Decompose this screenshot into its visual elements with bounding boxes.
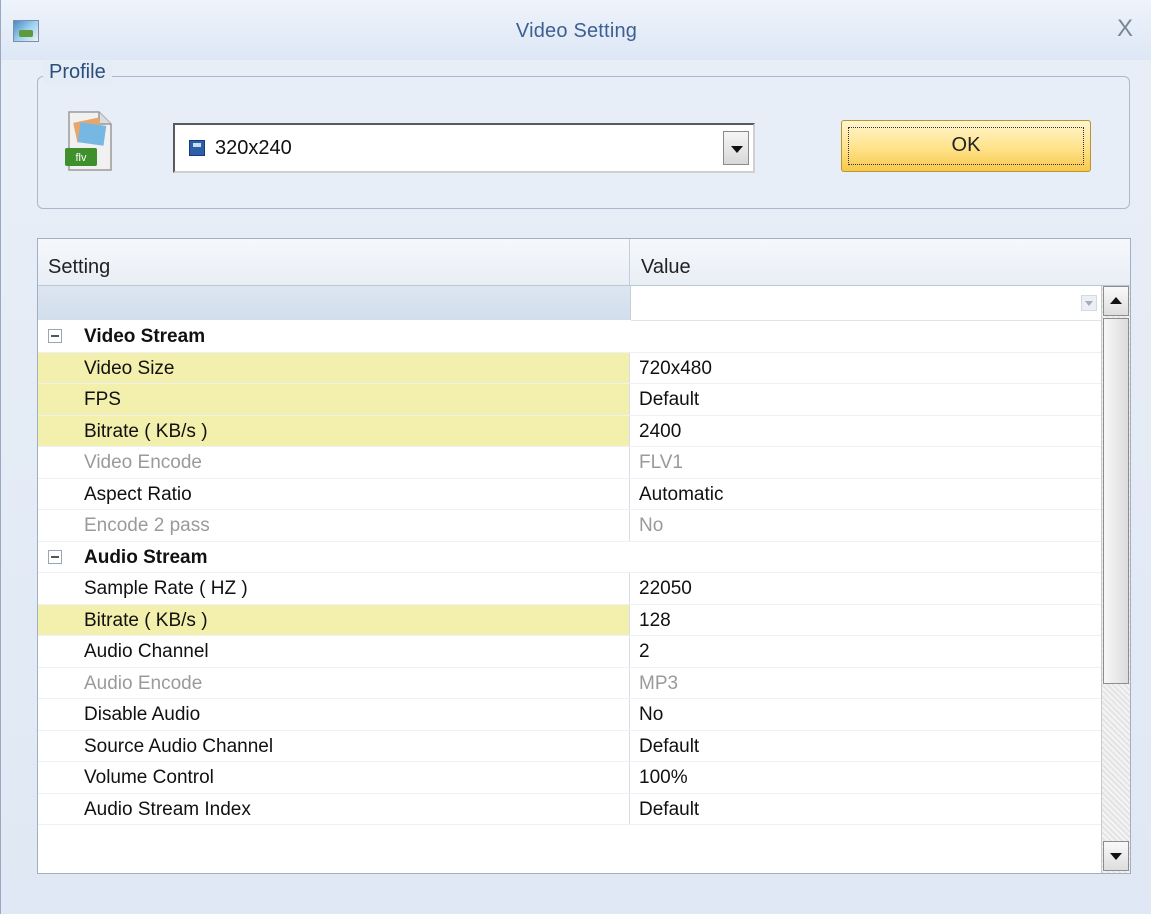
table-row: Video Encode FLV1 [38,447,1101,479]
column-header-setting[interactable]: Setting [38,239,630,285]
setting-name: Volume Control [38,762,630,793]
setting-value: FLV1 [639,452,684,473]
table-row[interactable]: Bitrate ( KB/s ) 2400 [38,415,1101,447]
scroll-up-icon[interactable] [1103,286,1129,316]
setting-name: Audio Encode [38,667,630,698]
setting-value[interactable]: 128 [631,605,1101,636]
setting-name: Video Size [38,352,630,383]
flv-file-icon: flv [65,111,112,171]
table-row[interactable]: Volume Control 100% [38,762,1101,794]
settings-grid: Setting Value Video Stream Video Size 72… [37,238,1131,874]
video-setting-dialog: Video Setting X Profile flv 320x240 OK S… [0,0,1151,914]
collapse-icon[interactable] [48,329,62,343]
setting-name: Bitrate ( KB/s ) [38,415,630,446]
setting-value[interactable]: 2400 [631,416,1101,447]
setting-value[interactable]: 720x480 [631,353,1101,384]
collapse-icon[interactable] [48,549,62,564]
table-row[interactable]: Aspect Ratio Automatic [38,478,1101,510]
disk-icon [189,140,205,156]
table-row[interactable]: Video Size 720x480 [38,352,1101,384]
setting-name: Audio Stream Index [38,793,630,824]
table-row: Audio Encode MP3 [38,667,1101,699]
filter-setting-cell[interactable] [38,286,631,320]
setting-value: No [639,515,664,536]
profile-select[interactable]: 320x240 [173,123,755,173]
table-row[interactable]: FPS Default [38,384,1101,416]
ok-button[interactable]: OK [841,120,1091,172]
vertical-scrollbar[interactable] [1101,286,1130,873]
close-icon[interactable]: X [1110,14,1140,44]
setting-value[interactable]: Default [631,384,1101,415]
settings-rows: Video Stream Video Size 720x480 FPS Defa… [38,321,1101,825]
window-title: Video Setting [515,20,638,42]
grid-header: Setting Value [38,239,1130,286]
setting-value[interactable]: Automatic [631,479,1101,510]
setting-value[interactable]: 100% [631,762,1101,793]
group-title: Video Stream [38,321,1101,352]
setting-name: Source Audio Channel [38,730,630,761]
group-title: Audio Stream [38,542,1101,573]
profile-legend: Profile [43,61,112,84]
table-row[interactable]: Sample Rate ( HZ ) 22050 [38,573,1101,605]
table-row: Encode 2 pass No [38,510,1101,542]
title-bar[interactable]: Video Setting X [1,0,1151,60]
setting-value[interactable]: No [631,699,1101,730]
table-row[interactable]: Audio Channel 2 [38,636,1101,668]
setting-value: MP3 [639,672,679,694]
table-row[interactable]: Bitrate ( KB/s ) 128 [38,604,1101,636]
setting-value[interactable]: Default [631,794,1101,825]
setting-name: Audio Channel [38,636,630,667]
setting-value[interactable]: 2 [631,636,1101,667]
setting-name: Video Encode [38,447,630,478]
filter-row [38,286,1101,321]
table-row[interactable]: Source Audio Channel Default [38,730,1101,762]
setting-name: Aspect Ratio [38,478,630,509]
scrollbar-thumb[interactable] [1103,318,1129,684]
setting-value[interactable]: 22050 [631,573,1101,604]
chevron-down-icon[interactable] [723,131,749,165]
table-row[interactable]: Audio Stream Index Default [38,793,1101,825]
scroll-down-icon[interactable] [1103,841,1129,871]
setting-name: Encode 2 pass [38,510,630,541]
setting-name: FPS [38,384,630,415]
setting-name: Sample Rate ( HZ ) [38,573,630,604]
setting-name: Bitrate ( KB/s ) [38,604,630,635]
chevron-down-icon[interactable] [1081,295,1097,311]
profile-selected-value: 320x240 [215,137,292,159]
setting-name: Disable Audio [38,699,630,730]
table-row[interactable]: Disable Audio No [38,699,1101,731]
setting-value[interactable]: Default [631,731,1101,762]
group-row-audio-stream[interactable]: Audio Stream [38,542,1101,573]
group-row-video-stream[interactable]: Video Stream [38,321,1101,353]
filter-value-cell[interactable] [631,286,1101,321]
column-header-value[interactable]: Value [631,239,1101,285]
flv-label: flv [76,152,88,164]
